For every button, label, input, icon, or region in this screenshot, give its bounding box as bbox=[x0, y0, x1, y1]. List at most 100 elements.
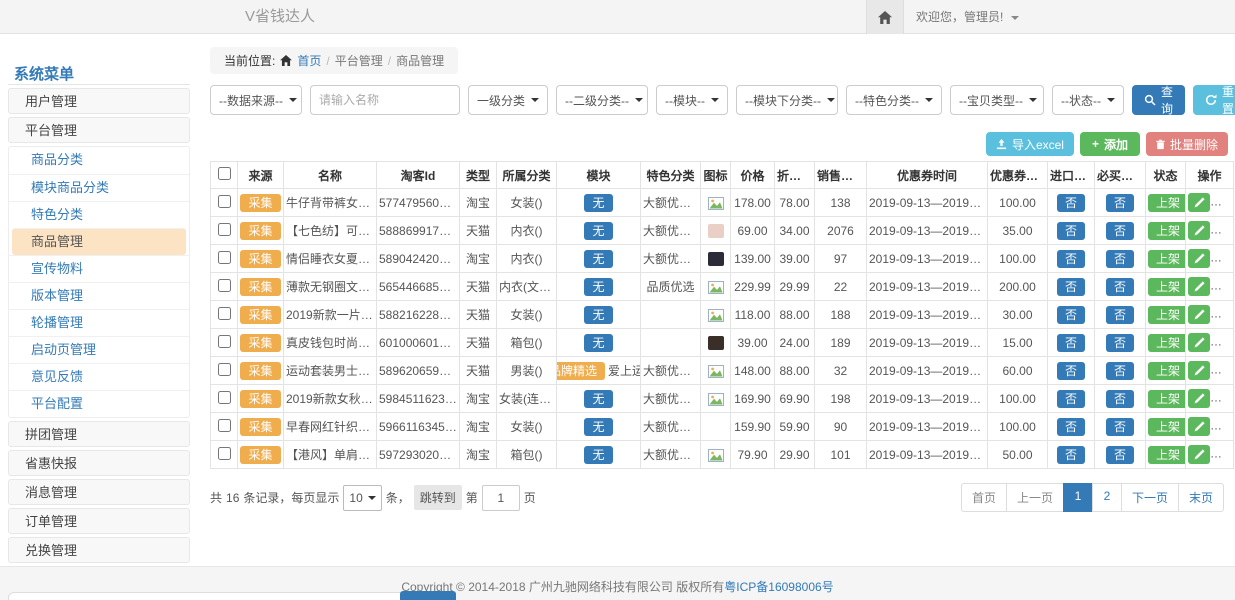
import-select-toggle[interactable]: 否 bbox=[1057, 306, 1085, 324]
import-select-toggle[interactable]: 否 bbox=[1057, 390, 1085, 408]
row-checkbox[interactable] bbox=[218, 391, 231, 404]
status-toggle[interactable]: 上架 bbox=[1148, 334, 1186, 352]
edit-button[interactable] bbox=[1188, 417, 1210, 436]
row-checkbox[interactable] bbox=[218, 279, 231, 292]
sidebar-item-platform-config[interactable]: 平台配置 bbox=[9, 390, 189, 417]
status-cell: 上架 bbox=[1146, 441, 1186, 469]
edit-button[interactable] bbox=[1188, 389, 1210, 408]
sidebar-item-message-management[interactable]: 消息管理 bbox=[8, 479, 190, 505]
filter-select-module[interactable]: --模块-- bbox=[656, 85, 728, 115]
filter-select-module-subcategory[interactable]: --模块下分类-- bbox=[736, 85, 838, 115]
per-page-select[interactable]: 10 bbox=[343, 485, 381, 511]
sidebar-item-promo-material[interactable]: 宣传物料 bbox=[9, 255, 189, 282]
sidebar-item-saving-news[interactable]: 省惠快报 bbox=[8, 450, 190, 476]
reset-button[interactable]: 重置 bbox=[1193, 85, 1235, 115]
sidebar-item-module-goods-category[interactable]: 模块商品分类 bbox=[9, 174, 189, 201]
must-buy-toggle[interactable]: 否 bbox=[1106, 334, 1134, 352]
filter-select-level1-category[interactable]: 一级分类 bbox=[468, 85, 548, 115]
row-checkbox[interactable] bbox=[218, 447, 231, 460]
sidebar-item-exchange-management[interactable]: 兑换管理 bbox=[8, 537, 190, 563]
status-toggle[interactable]: 上架 bbox=[1148, 250, 1186, 268]
sidebar-item-version-management[interactable]: 版本管理 bbox=[9, 282, 189, 309]
pager-page-1[interactable]: 1 bbox=[1063, 483, 1093, 512]
status-toggle[interactable]: 上架 bbox=[1148, 306, 1186, 324]
query-button[interactable]: 查询 bbox=[1132, 85, 1185, 115]
row-checkbox[interactable] bbox=[218, 307, 231, 320]
sidebar-item-user-management[interactable]: 用户管理 bbox=[8, 88, 190, 114]
status-toggle[interactable]: 上架 bbox=[1148, 362, 1186, 380]
sidebar-item-goods-category[interactable]: 商品分类 bbox=[9, 147, 189, 174]
coupon-time: 2019-09-13—2019-09-17 bbox=[867, 413, 988, 441]
filter-select-special-category[interactable]: --特色分类-- bbox=[846, 85, 942, 115]
sidebar-item-special-category[interactable]: 特色分类 bbox=[9, 201, 189, 228]
import-select-toggle[interactable]: 否 bbox=[1057, 362, 1085, 380]
edit-button[interactable] bbox=[1188, 333, 1210, 352]
sidebar-item-group-buy-management[interactable]: 拼团管理 bbox=[8, 421, 190, 447]
pager-page-2[interactable]: 2 bbox=[1092, 483, 1122, 512]
sidebar-item-goods-management[interactable]: 商品管理 bbox=[12, 228, 186, 255]
pager-first[interactable]: 首页 bbox=[961, 483, 1007, 512]
breadcrumb-home-link[interactable]: 首页 bbox=[297, 52, 321, 69]
search-input[interactable] bbox=[310, 85, 460, 115]
row-checkbox[interactable] bbox=[218, 335, 231, 348]
sidebar-item-platform-management[interactable]: 平台管理 bbox=[8, 117, 190, 143]
edit-button[interactable] bbox=[1188, 305, 1210, 324]
pager-last[interactable]: 末页 bbox=[1178, 483, 1224, 512]
row-checkbox[interactable] bbox=[218, 195, 231, 208]
platform-type: 天猫 bbox=[460, 273, 497, 301]
import-excel-button[interactable]: 导入excel bbox=[986, 132, 1074, 156]
edit-button[interactable] bbox=[1188, 221, 1210, 240]
import-select-toggle[interactable]: 否 bbox=[1057, 334, 1085, 352]
status-toggle[interactable]: 上架 bbox=[1148, 390, 1186, 408]
sidebar-item-order-management[interactable]: 订单管理 bbox=[8, 508, 190, 534]
must-buy-toggle[interactable]: 否 bbox=[1106, 306, 1134, 324]
sidebar-item-carousel-management[interactable]: 轮播管理 bbox=[9, 309, 189, 336]
must-buy-toggle[interactable]: 否 bbox=[1106, 446, 1134, 464]
sidebar-item-feedback[interactable]: 意见反馈 bbox=[9, 363, 189, 390]
must-buy-toggle[interactable]: 否 bbox=[1106, 222, 1134, 240]
must-buy-toggle[interactable]: 否 bbox=[1106, 250, 1134, 268]
select-all-checkbox[interactable] bbox=[218, 167, 231, 180]
pager-next[interactable]: 下一页 bbox=[1121, 483, 1179, 512]
header-home-button[interactable] bbox=[866, 0, 904, 34]
status-toggle[interactable]: 上架 bbox=[1148, 278, 1186, 296]
icp-link[interactable]: 粤ICP备16098006号 bbox=[724, 580, 833, 594]
status-toggle[interactable]: 上架 bbox=[1148, 418, 1186, 436]
must-buy-toggle[interactable]: 否 bbox=[1106, 390, 1134, 408]
row-checkbox[interactable] bbox=[218, 363, 231, 376]
must-buy-toggle[interactable]: 否 bbox=[1106, 194, 1134, 212]
edit-button[interactable] bbox=[1188, 249, 1210, 268]
import-select-toggle[interactable]: 否 bbox=[1057, 194, 1085, 212]
batch-delete-button[interactable]: 批量删除 bbox=[1146, 132, 1228, 156]
status-toggle[interactable]: 上架 bbox=[1148, 446, 1186, 464]
must-buy-toggle[interactable]: 否 bbox=[1106, 278, 1134, 296]
import-select-toggle[interactable]: 否 bbox=[1057, 418, 1085, 436]
must-buy-toggle[interactable]: 否 bbox=[1106, 362, 1134, 380]
jump-page-input[interactable] bbox=[482, 485, 520, 511]
filter-select-status[interactable]: --状态-- bbox=[1052, 85, 1124, 115]
edit-button[interactable] bbox=[1188, 445, 1210, 464]
sidebar-item-splash-management[interactable]: 启动页管理 bbox=[9, 336, 189, 363]
status-toggle[interactable]: 上架 bbox=[1148, 222, 1186, 240]
import-select-toggle[interactable]: 否 bbox=[1057, 278, 1085, 296]
pagination-bar: 共16条记录，每页显示 10 条， 跳转到 第 页 首页上一页12下一页末页 bbox=[210, 483, 1228, 512]
add-button[interactable]: + 添加 bbox=[1080, 132, 1140, 156]
row-checkbox[interactable] bbox=[218, 419, 231, 432]
edit-button[interactable] bbox=[1188, 193, 1210, 212]
price: 178.00 bbox=[731, 189, 775, 217]
jump-button[interactable]: 跳转到 bbox=[414, 485, 462, 510]
status-toggle[interactable]: 上架 bbox=[1148, 194, 1186, 212]
import-select-toggle[interactable]: 否 bbox=[1057, 250, 1085, 268]
row-checkbox[interactable] bbox=[218, 251, 231, 264]
edit-button[interactable] bbox=[1188, 361, 1210, 380]
filter-select-level2-category[interactable]: --二级分类-- bbox=[556, 85, 648, 115]
must-buy-toggle[interactable]: 否 bbox=[1106, 418, 1134, 436]
filter-select-item-type[interactable]: --宝贝类型-- bbox=[950, 85, 1044, 115]
import-select-toggle[interactable]: 否 bbox=[1057, 222, 1085, 240]
row-checkbox[interactable] bbox=[218, 223, 231, 236]
user-menu[interactable]: 欢迎您，管理员! bbox=[916, 0, 1019, 34]
edit-button[interactable] bbox=[1188, 277, 1210, 296]
pager-prev[interactable]: 上一页 bbox=[1006, 483, 1064, 512]
import-select-toggle[interactable]: 否 bbox=[1057, 446, 1085, 464]
filter-select-data-source[interactable]: --数据来源-- bbox=[210, 85, 302, 115]
